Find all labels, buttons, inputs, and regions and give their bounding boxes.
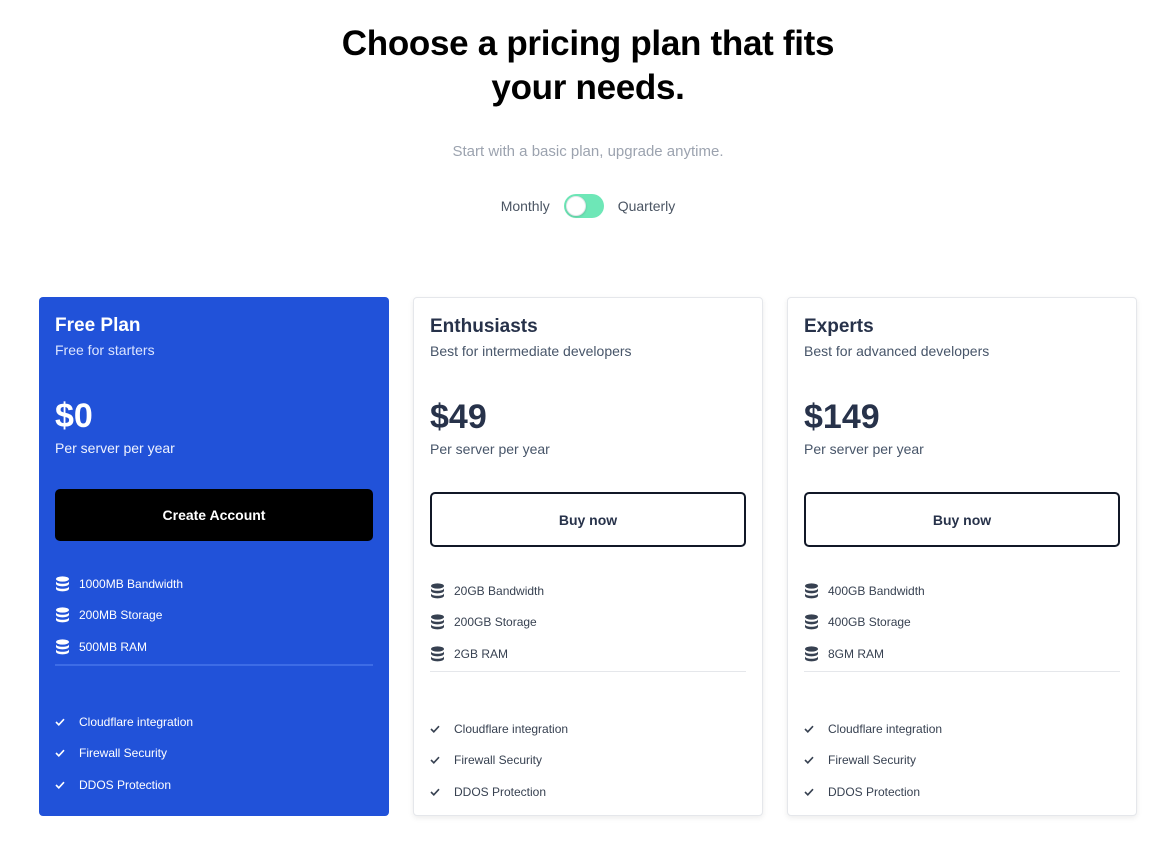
- database-icon: [55, 639, 79, 655]
- resource-label: 200MB Storage: [79, 608, 163, 623]
- plan-period: Per server per year: [430, 441, 550, 457]
- feature-label: Cloudflare integration: [454, 721, 569, 736]
- feature-label: DDOS Protection: [454, 784, 547, 799]
- plan-price: $149: [804, 398, 880, 436]
- monthly-label[interactable]: Monthly: [501, 198, 550, 214]
- list-item: Cloudflare integration: [430, 713, 746, 745]
- check-icon: [55, 781, 79, 789]
- toggle-knob: [565, 196, 586, 216]
- check-icon: [804, 725, 828, 733]
- feature-label: DDOS Protection: [79, 777, 172, 792]
- plan-description: Best for advanced developers: [804, 343, 990, 359]
- plan-name: Free Plan: [55, 315, 141, 336]
- list-item: 2GB RAM: [430, 638, 746, 670]
- resource-label: 8GM RAM: [828, 646, 885, 661]
- buy-now-button[interactable]: Buy now: [430, 492, 746, 547]
- resource-list: 20GB Bandwidth 200GB Storage 2GB RAM: [430, 575, 746, 670]
- resource-label: 20GB Bandwidth: [454, 583, 545, 598]
- check-icon: [55, 749, 79, 758]
- feature-label: Cloudflare integration: [79, 714, 194, 729]
- resource-label: 500MB RAM: [79, 639, 148, 654]
- feature-label: DDOS Protection: [828, 784, 921, 799]
- plan-period: Per server per year: [55, 440, 175, 456]
- resource-label: 200GB Storage: [454, 615, 537, 630]
- billing-period-switch: Monthly Quarterly: [0, 194, 1168, 218]
- resource-list: 1000MB Bandwidth 200MB Storage 500MB RAM: [55, 568, 373, 663]
- plan-name: Enthusiasts: [430, 316, 538, 337]
- plan-price: $49: [430, 398, 487, 436]
- pricing-card-experts: Experts Best for advanced developers $14…: [787, 297, 1137, 816]
- list-item: 400GB Storage: [804, 607, 1120, 639]
- list-item: Cloudflare integration: [55, 706, 373, 738]
- buy-now-button[interactable]: Buy now: [804, 492, 1120, 547]
- list-item: 500MB RAM: [55, 631, 373, 663]
- plan-price: $0: [55, 397, 93, 435]
- database-icon: [804, 583, 828, 599]
- check-icon: [804, 756, 828, 765]
- create-account-button[interactable]: Create Account: [55, 489, 373, 541]
- feature-label: Cloudflare integration: [828, 721, 943, 736]
- list-item: 400GB Bandwidth: [804, 575, 1120, 607]
- list-item: 200MB Storage: [55, 600, 373, 632]
- page-title: Choose a pricing plan that fits your nee…: [0, 22, 1168, 110]
- divider: [55, 664, 373, 666]
- check-icon: [55, 718, 79, 726]
- list-item: Firewall Security: [804, 745, 1120, 777]
- pricing-card-enthusiasts: Enthusiasts Best for intermediate develo…: [413, 297, 763, 816]
- list-item: Cloudflare integration: [804, 713, 1120, 745]
- quarterly-label[interactable]: Quarterly: [618, 198, 676, 214]
- check-icon: [430, 725, 454, 733]
- database-icon: [804, 646, 828, 662]
- page-title-line-1: Choose a pricing plan that fits: [341, 24, 835, 63]
- plan-period: Per server per year: [804, 441, 924, 457]
- list-item: Firewall Security: [55, 738, 373, 770]
- list-item: 200GB Storage: [430, 607, 746, 639]
- database-icon: [430, 646, 454, 662]
- feature-list: Cloudflare integration Firewall Security…: [55, 706, 373, 801]
- page-subtitle: Start with a basic plan, upgrade anytime…: [452, 143, 724, 160]
- list-item: Firewall Security: [430, 745, 746, 777]
- page-title-line-2: your needs.: [491, 68, 685, 107]
- list-item: DDOS Protection: [430, 776, 746, 808]
- database-icon: [430, 614, 454, 630]
- list-item: DDOS Protection: [55, 769, 373, 801]
- database-icon: [55, 576, 79, 592]
- check-icon: [430, 756, 454, 765]
- list-item: 20GB Bandwidth: [430, 575, 746, 607]
- resource-label: 400GB Storage: [828, 615, 911, 630]
- divider: [804, 671, 1120, 672]
- resource-list: 400GB Bandwidth 400GB Storage 8GM RAM: [804, 575, 1120, 670]
- plan-description: Best for intermediate developers: [430, 343, 632, 359]
- check-icon: [804, 788, 828, 796]
- database-icon: [804, 614, 828, 630]
- list-item: DDOS Protection: [804, 776, 1120, 808]
- list-item: 1000MB Bandwidth: [55, 568, 373, 600]
- resource-label: 400GB Bandwidth: [828, 583, 925, 598]
- database-icon: [430, 583, 454, 599]
- list-item: 8GM RAM: [804, 638, 1120, 670]
- feature-label: Firewall Security: [79, 746, 168, 761]
- plan-description: Free for starters: [55, 342, 155, 358]
- feature-label: Firewall Security: [454, 753, 543, 768]
- feature-list: Cloudflare integration Firewall Security…: [804, 713, 1120, 808]
- database-icon: [55, 607, 79, 623]
- pricing-card-free: Free Plan Free for starters $0 Per serve…: [39, 297, 389, 816]
- billing-toggle[interactable]: [563, 194, 604, 218]
- resource-label: 1000MB Bandwidth: [79, 576, 184, 591]
- resource-label: 2GB RAM: [454, 646, 509, 661]
- divider: [430, 671, 746, 672]
- check-icon: [430, 788, 454, 796]
- plan-name: Experts: [804, 316, 874, 337]
- feature-label: Firewall Security: [828, 753, 917, 768]
- feature-list: Cloudflare integration Firewall Security…: [430, 713, 746, 808]
